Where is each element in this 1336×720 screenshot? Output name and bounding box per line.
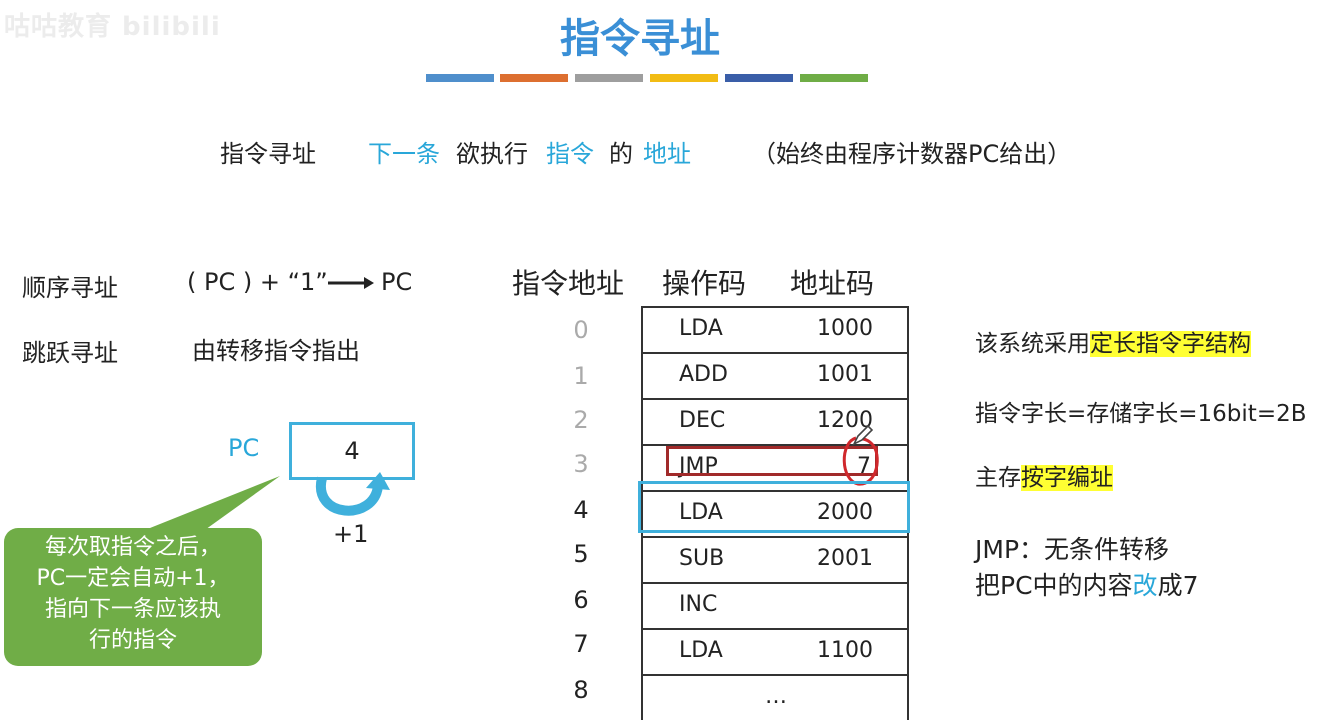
color-bar-6 [800, 74, 868, 82]
address-code-cell: 1000 [817, 316, 873, 341]
jump-addressing-label: 跳跃寻址 [22, 339, 118, 367]
increment-label: +1 [333, 520, 369, 548]
callout-line: 每次取指令之后， [44, 535, 221, 560]
color-bar-4 [650, 74, 718, 82]
memory-row: LDA 1100 [643, 628, 907, 674]
page-title: 指令寻址 [560, 16, 720, 62]
opcode-cell: LDA [679, 638, 723, 663]
header-instruction-address: 指令地址 [512, 267, 625, 300]
opcode-cell: DEC [679, 408, 726, 433]
note-addressing: 主存按字编址 [975, 458, 1113, 492]
current-instruction-highlight [638, 481, 910, 533]
opcode-cell: SUB [679, 546, 725, 571]
callout-line: PC一定会自动+1， [36, 566, 230, 591]
note-jmp-effect: 把PC中的内容改成7 [975, 566, 1198, 602]
address-cell: 4 [573, 496, 589, 524]
note-jmp-definition: JMP：无条件转移 [975, 535, 1170, 564]
callout-box: 每次取指令之后， PC一定会自动+1， 指向下一条应该执 行的指令 [4, 528, 262, 666]
sequential-addressing-label: 顺序寻址 [22, 274, 118, 302]
opcode-cell: ADD [679, 362, 728, 387]
address-cell: 5 [573, 540, 589, 568]
jump-description: 由转移指令指出 [192, 337, 360, 365]
pc-register-value: 4 [344, 437, 360, 465]
address-code-cell: 2001 [817, 546, 873, 571]
memory-row: … [643, 674, 907, 720]
memory-row: ADD 1001 [643, 352, 907, 398]
opcode-cell: INC [679, 592, 718, 617]
address-cell: 1 [573, 362, 589, 390]
note-addressing-highlight: 按字编址 [1021, 465, 1113, 491]
pc-register-label: PC [228, 434, 260, 462]
color-bar-5 [725, 74, 793, 82]
note-addressing-prefix: 主存 [975, 465, 1021, 491]
color-bar-2 [500, 74, 568, 82]
callout-pointer [140, 476, 280, 532]
definition-execute: 欲执行 [456, 140, 528, 168]
definition-address: 地址 [643, 140, 691, 168]
header-opcode: 操作码 [662, 267, 747, 300]
opcode-cell: … [765, 684, 787, 709]
note-jmp-effect-highlight: 改 [1132, 571, 1158, 600]
note-jmp-effect-suffix: 成7 [1157, 571, 1199, 600]
callout-line: 指向下一条应该执 [44, 597, 221, 622]
address-code-cell: 1001 [817, 362, 873, 387]
memory-row: LDA 1000 [643, 306, 907, 352]
color-bar-1 [426, 74, 494, 82]
address-cell: 2 [573, 406, 589, 434]
right-arrow-icon [328, 277, 374, 289]
sequential-formula: ( PC ) + “1” [187, 268, 328, 296]
address-cell: 3 [573, 450, 589, 478]
memory-row: INC [643, 582, 907, 628]
increment-loop-arrow-icon [315, 472, 390, 516]
address-code-cell: 1100 [817, 638, 873, 663]
note-jmp-effect-prefix: 把PC中的内容 [975, 571, 1133, 600]
address-cell: 6 [573, 586, 589, 614]
note-word-length: 指令字长=存储字长=16bit=2B [975, 401, 1307, 427]
opcode-cell: LDA [679, 316, 723, 341]
callout-line: 行的指令 [88, 628, 177, 653]
address-cell: 0 [573, 316, 589, 344]
sequential-target: PC [381, 268, 413, 296]
color-bar-3 [575, 74, 643, 82]
address-cell: 8 [573, 676, 589, 704]
definition-next: 下一条 [368, 140, 440, 168]
address-cell: 7 [573, 630, 589, 658]
memory-row: SUB 2001 [643, 536, 907, 582]
note-fixed-length: 该系统采用定长指令字结构 [975, 324, 1251, 358]
definition-of: 的 [609, 140, 633, 168]
definition-instruction: 指令 [546, 140, 594, 168]
header-address-code: 地址码 [790, 267, 875, 300]
note-fixed-length-highlight: 定长指令字结构 [1090, 331, 1251, 357]
note-fixed-length-prefix: 该系统采用 [975, 331, 1090, 357]
pen-cursor-icon [852, 424, 874, 446]
definition-note: （始终由程序计数器PC给出） [752, 140, 1072, 168]
definition-term: 指令寻址 [220, 140, 316, 168]
